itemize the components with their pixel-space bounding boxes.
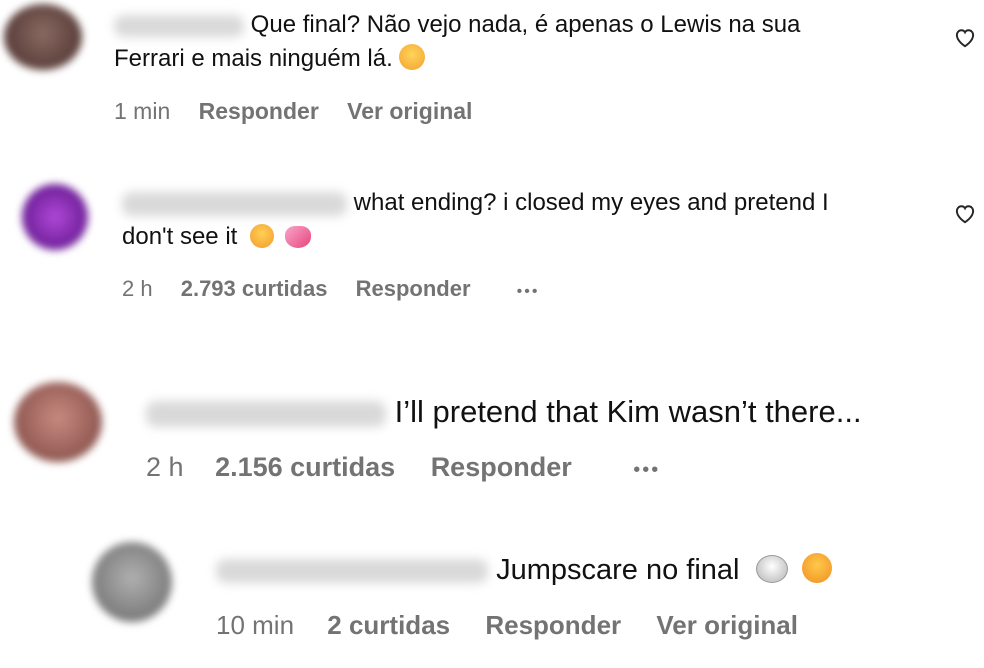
comment-text: I’ll pretend that Kim wasn’t there...: [146, 390, 966, 434]
timestamp: 10 min: [216, 610, 295, 640]
likes-count[interactable]: 2 curtidas: [327, 610, 450, 641]
comment-meta: 10 min 2 curtidas Responder Ver original: [216, 610, 798, 641]
avatar[interactable]: [22, 184, 88, 250]
heart-outline-icon[interactable]: [952, 24, 978, 50]
pink-heart-emoji: [284, 226, 311, 249]
see-original-button[interactable]: Ver original: [656, 610, 798, 641]
avatar[interactable]: [92, 542, 172, 622]
comment-2: what ending? i closed my eyes and preten…: [0, 170, 984, 320]
comment-1: Que final? Não vejo nada, é apenas o Lew…: [0, 0, 984, 150]
username-redacted: [122, 191, 347, 216]
avatar[interactable]: [4, 4, 82, 70]
likes-count[interactable]: 2.793 curtidas: [181, 276, 328, 302]
see-original-button[interactable]: Ver original: [347, 98, 472, 125]
comment-text: what ending? i closed my eyes and preten…: [122, 189, 829, 251]
reply-button[interactable]: Responder: [431, 452, 572, 483]
comment-meta: 2 h 2.156 curtidas Responder •••: [146, 452, 660, 483]
comment-meta: 1 min Responder Ver original: [114, 98, 472, 125]
comment-text: Jumpscare no final: [216, 550, 956, 591]
reply-button[interactable]: Responder: [485, 610, 621, 641]
more-options-button[interactable]: •••: [517, 283, 540, 301]
grimacing-face-emoji: [399, 44, 426, 71]
comment-meta: 2 h 2.793 curtidas Responder •••: [122, 276, 539, 302]
avatar[interactable]: [14, 382, 102, 462]
comment-text: Que final? Não vejo nada, é apenas o Lew…: [114, 11, 801, 73]
reply-button[interactable]: Responder: [199, 98, 319, 125]
likes-count[interactable]: 2.156 curtidas: [215, 452, 395, 483]
crying-face-emoji: [801, 553, 832, 583]
comment-4-reply: Jumpscare no final 10 min 2 curtidas Res…: [0, 530, 984, 668]
heart-outline-icon[interactable]: [952, 200, 978, 226]
username-redacted: [216, 559, 488, 584]
timestamp: 1 min: [114, 98, 171, 124]
timestamp: 2 h: [146, 452, 184, 482]
reply-button[interactable]: Responder: [356, 276, 471, 302]
skull-crossbones-emoji: [755, 555, 788, 583]
timestamp: 2 h: [122, 276, 153, 301]
relieved-face-emoji: [250, 224, 274, 249]
more-options-button[interactable]: •••: [633, 459, 660, 482]
comment-3: I’ll pretend that Kim wasn’t there... 2 …: [0, 370, 984, 510]
username-redacted: [114, 14, 244, 37]
username-redacted: [146, 400, 386, 427]
